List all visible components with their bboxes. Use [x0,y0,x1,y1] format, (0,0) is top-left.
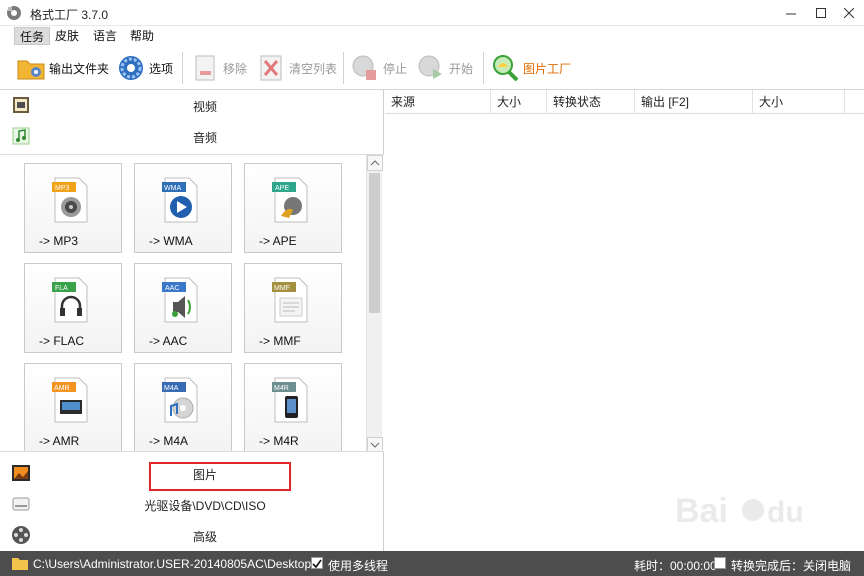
flac-file-icon: FLA [52,277,88,323]
column-status[interactable]: 转换状态 [547,90,635,114]
category-rom-device[interactable]: 光驱设备\DVD\CD\ISO [0,489,384,519]
magnifier-icon [493,55,519,82]
format-tile-flac[interactable]: FLA -> FLAC [24,263,122,353]
shutdown-label: 转换完成后：关闭电脑 [731,559,852,573]
output-path[interactable]: C:\Users\Administrator.USER-20140805AC\D… [33,557,311,571]
stop-button[interactable]: 停止 [350,52,407,84]
ape-file-icon: APE [272,177,308,223]
format-tile-mp3[interactable]: MP3 -> MP3 [24,163,122,253]
category-panel: 视频 音频 MP3 -> MP3 WMA -> WMA APE -> APE F… [0,90,384,551]
maximize-icon [816,8,826,18]
chevron-down-icon [370,442,380,448]
task-list-header: 来源 大小 转换状态 输出 [F2] 大小 [385,90,864,114]
folder-icon [17,60,45,80]
mp3-file-icon: MP3 [52,177,88,223]
title-bar: 格式工厂 3.7.0 [0,0,864,26]
svg-text:AMR: AMR [54,385,70,392]
wma-file-icon: WMA [162,177,198,223]
gear-icon [119,56,143,80]
image-factory-button[interactable]: 图片工厂 [490,52,571,84]
minimize-icon [786,13,796,15]
audio-format-grid: MP3 -> MP3 WMA -> WMA APE -> APE FLA -> … [0,154,384,452]
format-grid-scrollbar[interactable] [366,155,383,451]
svg-text:Bai: Bai [675,492,728,530]
column-output[interactable]: 输出 [F2] [635,90,753,114]
remove-document-icon [195,55,215,81]
window-title: 格式工厂 3.7.0 [30,8,109,22]
toolbar-separator [182,52,183,84]
start-icon [418,55,442,79]
category-advanced[interactable]: 高级 [0,520,384,550]
options-button[interactable]: 选项 [116,52,173,84]
menu-language[interactable]: 语言 [88,27,122,45]
svg-text:MMF: MMF [274,285,290,292]
toolbar-separator [483,52,484,84]
minimize-button[interactable] [776,0,806,26]
remove-button[interactable]: 移除 [190,52,247,84]
svg-text:M4A: M4A [164,385,179,392]
scroll-down-button[interactable] [367,437,383,451]
category-audio[interactable]: 音频 [0,121,384,151]
format-tile-amr[interactable]: AMR -> AMR [24,363,122,451]
output-folder-button[interactable]: 输出文件夹 [16,52,109,84]
folder-icon[interactable] [12,557,28,570]
column-source[interactable]: 来源 [385,90,491,114]
multithread-label: 使用多线程 [328,559,389,573]
mmf-file-icon: MMF [272,277,308,323]
clear-list-button[interactable]: 清空列表 [256,52,337,84]
format-tile-mmf[interactable]: MMF -> MMF [244,263,342,353]
amr-file-icon: AMR [52,377,88,423]
close-icon [844,8,854,18]
checkmark-icon [312,559,322,569]
svg-text:du: du [767,496,804,529]
format-tile-m4r[interactable]: M4R -> M4R [244,363,342,451]
svg-text:M4R: M4R [274,385,289,392]
svg-text:WMA: WMA [164,185,181,192]
menu-bar: 任务 皮肤 语言 帮助 [0,26,864,46]
close-button[interactable] [834,0,864,26]
menu-skin[interactable]: 皮肤 [50,27,84,45]
status-bar: C:\Users\Administrator.USER-20140805AC\D… [0,551,864,576]
annotation-highlight-box [149,462,291,491]
aac-file-icon: AAC [162,277,198,323]
chevron-up-icon [370,160,380,166]
column-size[interactable]: 大小 [491,90,547,114]
format-factory-logo-icon [7,6,21,20]
format-tile-ape[interactable]: APE -> APE [244,163,342,253]
start-button[interactable]: 开始 [416,52,473,84]
scroll-up-button[interactable] [367,155,383,171]
toolbar: 输出文件夹 选项 移除 清空列表 停止 开始 图片工厂 [0,46,864,90]
maximize-button[interactable] [806,0,836,26]
format-tile-aac[interactable]: AAC -> AAC [134,263,232,353]
category-video[interactable]: 视频 [0,90,384,120]
m4a-file-icon: M4A [162,377,198,423]
svg-text:FLA: FLA [55,285,68,292]
m4r-file-icon: M4R [272,377,308,423]
multithread-checkbox[interactable] [311,557,323,569]
svg-text:MP3: MP3 [55,185,70,192]
menu-help[interactable]: 帮助 [125,27,159,45]
shutdown-checkbox[interactable] [714,557,726,569]
elapsed-time: 耗时：00:00:00 [634,559,717,573]
svg-text:APE: APE [275,185,289,192]
stop-icon [352,55,376,80]
baidu-jingyan-watermark: Bai du [675,492,804,530]
column-output-size[interactable]: 大小 [753,90,845,114]
toolbar-separator [343,52,344,84]
menu-task[interactable]: 任务 [14,27,51,45]
format-tile-wma[interactable]: WMA -> WMA [134,163,232,253]
svg-text:AAC: AAC [165,285,179,292]
clear-list-icon [260,55,282,81]
format-tile-m4a[interactable]: M4A -> M4A [134,363,232,451]
scrollbar-thumb[interactable] [369,173,380,313]
